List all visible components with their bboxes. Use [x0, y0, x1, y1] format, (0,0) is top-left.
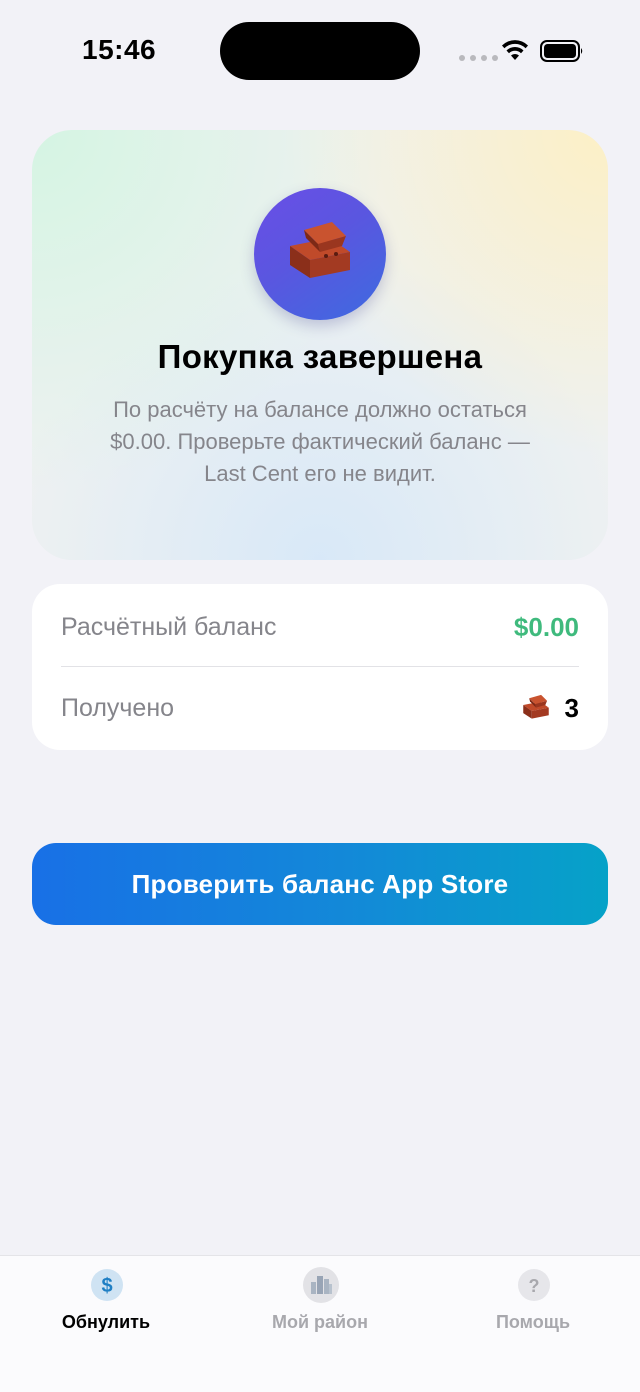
check-app-store-balance-button[interactable]: Проверить баланс App Store: [32, 843, 608, 925]
estimated-balance-label: Расчётный баланс: [61, 612, 277, 641]
tab-help[interactable]: ? Помощь: [453, 1268, 613, 1348]
tab-bar: $ Обнулить Мой район ? Помощь: [0, 1255, 640, 1392]
tab-reset-label: Обнулить: [61, 1312, 151, 1332]
battery-icon: [540, 40, 583, 62]
status-time: 15:46: [82, 34, 157, 65]
received-label: Получено: [61, 693, 175, 722]
brick-icon: [254, 188, 386, 320]
purchase-complete-card: Покупка завершена По расчёту на балансе …: [32, 130, 608, 560]
wifi-icon: [502, 40, 528, 60]
received-value: 3: [519, 693, 579, 724]
cellular-signal-icon: [459, 55, 498, 61]
summary-card: Расчётный баланс $0.00 Получено 3: [32, 584, 608, 750]
brick-icon: [522, 694, 549, 719]
dynamic-island: [220, 22, 420, 80]
received-row: Получено 3: [61, 667, 579, 749]
purchase-description: По расчёту на балансе должно остаться $0…: [110, 397, 530, 486]
estimated-balance-row: Расчётный баланс $0.00: [61, 586, 579, 668]
tab-reset[interactable]: $ Обнулить: [26, 1268, 186, 1348]
svg-text:?: ?: [529, 1276, 540, 1296]
estimated-balance-value: $0.00: [513, 611, 579, 642]
received-count: 3: [564, 692, 579, 723]
dollar-icon: $: [91, 1269, 123, 1301]
tab-my-district-label: Мой район: [272, 1312, 368, 1332]
question-icon: ?: [518, 1269, 550, 1301]
page-title: Покупка завершена: [157, 338, 483, 375]
city-icon: [303, 1267, 339, 1303]
tab-help-label: Помощь: [495, 1312, 571, 1332]
svg-text:$: $: [101, 1275, 112, 1297]
tab-my-district[interactable]: Мой район: [240, 1267, 400, 1348]
status-bar: 15:46: [0, 0, 640, 100]
